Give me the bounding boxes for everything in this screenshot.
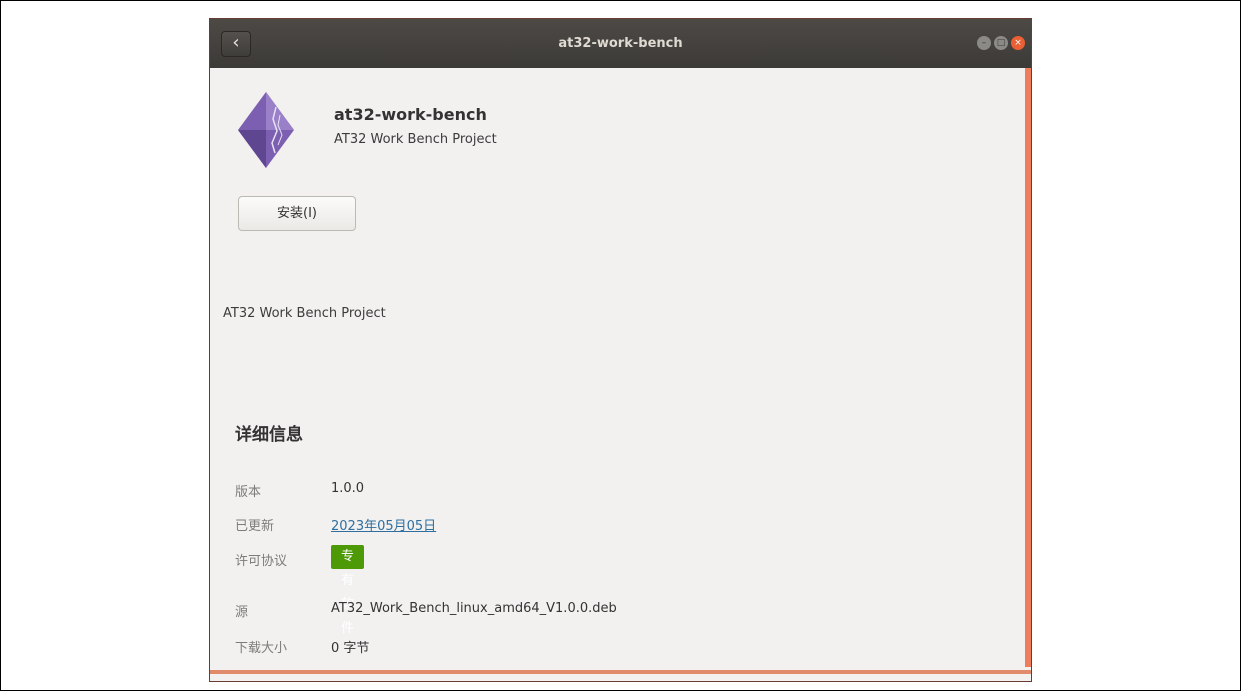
version-label: 版本: [235, 485, 262, 500]
updated-label: 已更新: [235, 519, 275, 534]
scrollbar-accent[interactable]: [1025, 68, 1031, 667]
version-value: 1.0.0: [331, 481, 365, 496]
maximize-icon[interactable]: □: [994, 36, 1008, 50]
details-heading: 详细信息: [235, 425, 303, 445]
window-controls: – □ ×: [974, 36, 1025, 50]
source-label: 源: [235, 605, 249, 620]
bottom-accent-bar: [210, 670, 1031, 674]
title-bar: ‹ at32-work-bench – □ ×: [210, 19, 1031, 68]
app-description: AT32 Work Bench Project: [223, 306, 386, 321]
license-label: 许可协议: [235, 554, 288, 569]
minimize-icon[interactable]: –: [977, 36, 991, 50]
download-size-value: 0 字节: [331, 641, 370, 656]
app-summary: AT32 Work Bench Project: [334, 132, 497, 147]
updated-date-link[interactable]: 2023年05月05日: [331, 515, 436, 534]
app-name: at32-work-bench: [334, 105, 487, 124]
install-button[interactable]: 安装(I): [238, 196, 356, 231]
source-value: AT32_Work_Bench_linux_amd64_V1.0.0.deb: [331, 601, 617, 616]
app-window: ‹ at32-work-bench – □ × at32-work-bench AT…: [209, 18, 1032, 682]
app-icon: [238, 92, 294, 168]
license-badge[interactable]: 专有软件: [331, 545, 365, 636]
close-icon[interactable]: ×: [1011, 36, 1025, 50]
window-title: at32-work-bench: [558, 36, 683, 51]
download-size-label: 下载大小: [235, 641, 288, 656]
